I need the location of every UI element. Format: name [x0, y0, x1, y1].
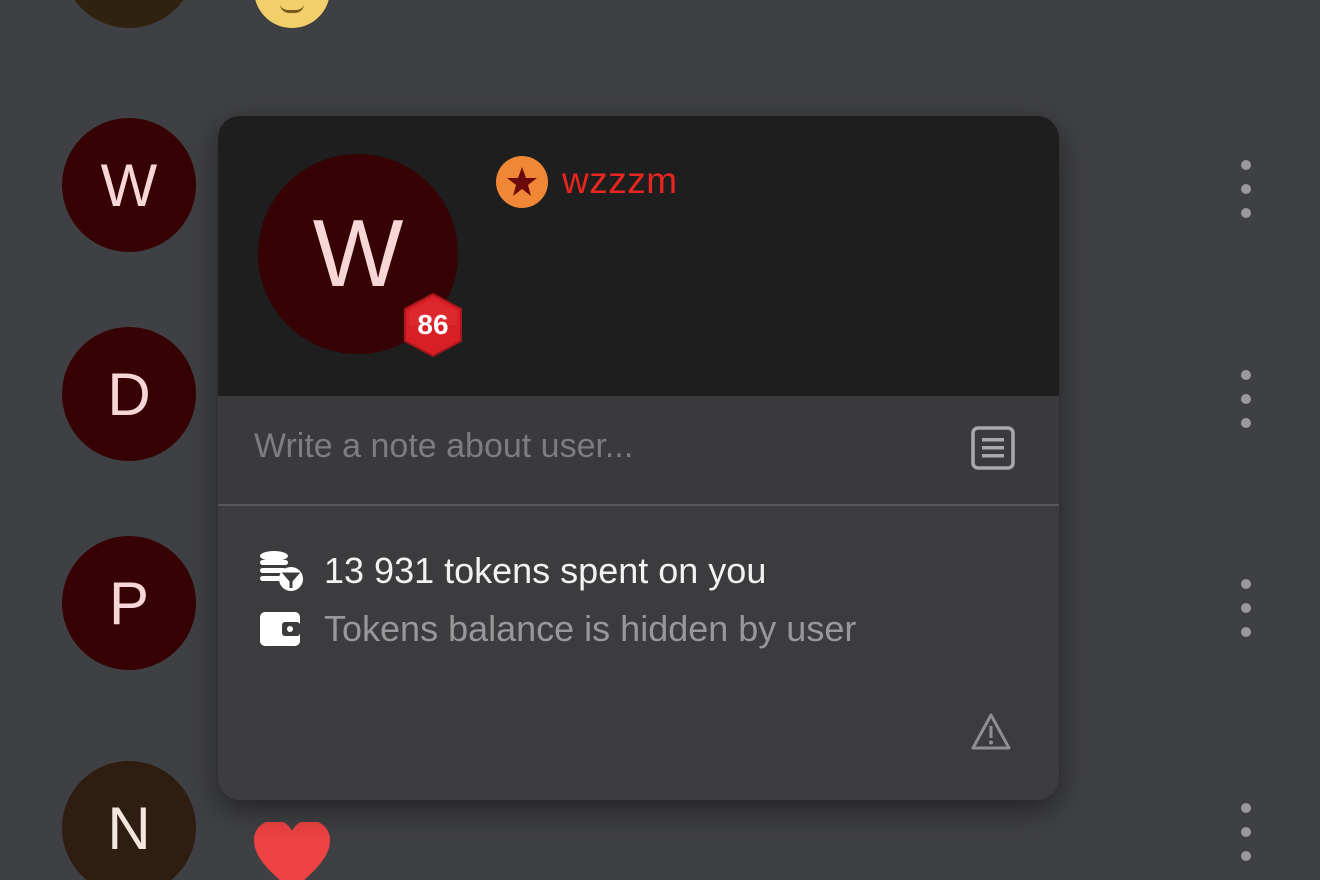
chat-list-screen: W D P N W 86 wzzzm Write a note about us…: [0, 0, 1320, 880]
profile-header: W 86 wzzzm: [218, 116, 1059, 396]
tokens-spent-text: 13 931 tokens spent on you: [324, 550, 767, 591]
coins-icon: [260, 551, 303, 591]
avatar-initial: D: [107, 360, 151, 428]
note-document-icon[interactable]: [970, 425, 1016, 471]
avatar-row-n[interactable]: N: [62, 761, 196, 880]
profile-avatar-initial: W: [312, 200, 404, 307]
row-menu-button[interactable]: [1239, 803, 1253, 861]
warning-icon[interactable]: [970, 712, 1012, 752]
row-menu-button[interactable]: [1239, 579, 1253, 637]
avatar-initial: W: [100, 151, 158, 219]
username[interactable]: wzzzm: [562, 160, 678, 202]
avatar-partial[interactable]: [62, 0, 196, 28]
tokens-balance-text: Tokens balance is hidden by user: [324, 608, 857, 649]
row-menu-button[interactable]: [1239, 370, 1253, 428]
note-input[interactable]: [254, 418, 934, 474]
level-badge: 86: [402, 292, 464, 358]
note-row: [218, 396, 1059, 506]
avatar-initial: N: [107, 794, 151, 862]
avatar-row-w[interactable]: W: [62, 118, 196, 252]
avatar-row-p[interactable]: P: [62, 536, 196, 670]
row-menu-button[interactable]: [1239, 160, 1253, 218]
tokens-spent-line: 13 931 tokens spent on you: [258, 548, 766, 594]
tokens-balance-line: Tokens balance is hidden by user: [258, 606, 856, 652]
star-badge-icon: [496, 156, 548, 208]
wallet-icon: [260, 612, 300, 646]
avatar-initial: P: [108, 569, 150, 637]
avatar-row-d[interactable]: D: [62, 327, 196, 461]
smile-emoji-icon: [254, 0, 330, 28]
level-value: 86: [417, 309, 449, 340]
heart-emoji-icon: [254, 822, 330, 880]
user-profile-card: W 86 wzzzm Write a note about user... 13…: [218, 116, 1059, 800]
